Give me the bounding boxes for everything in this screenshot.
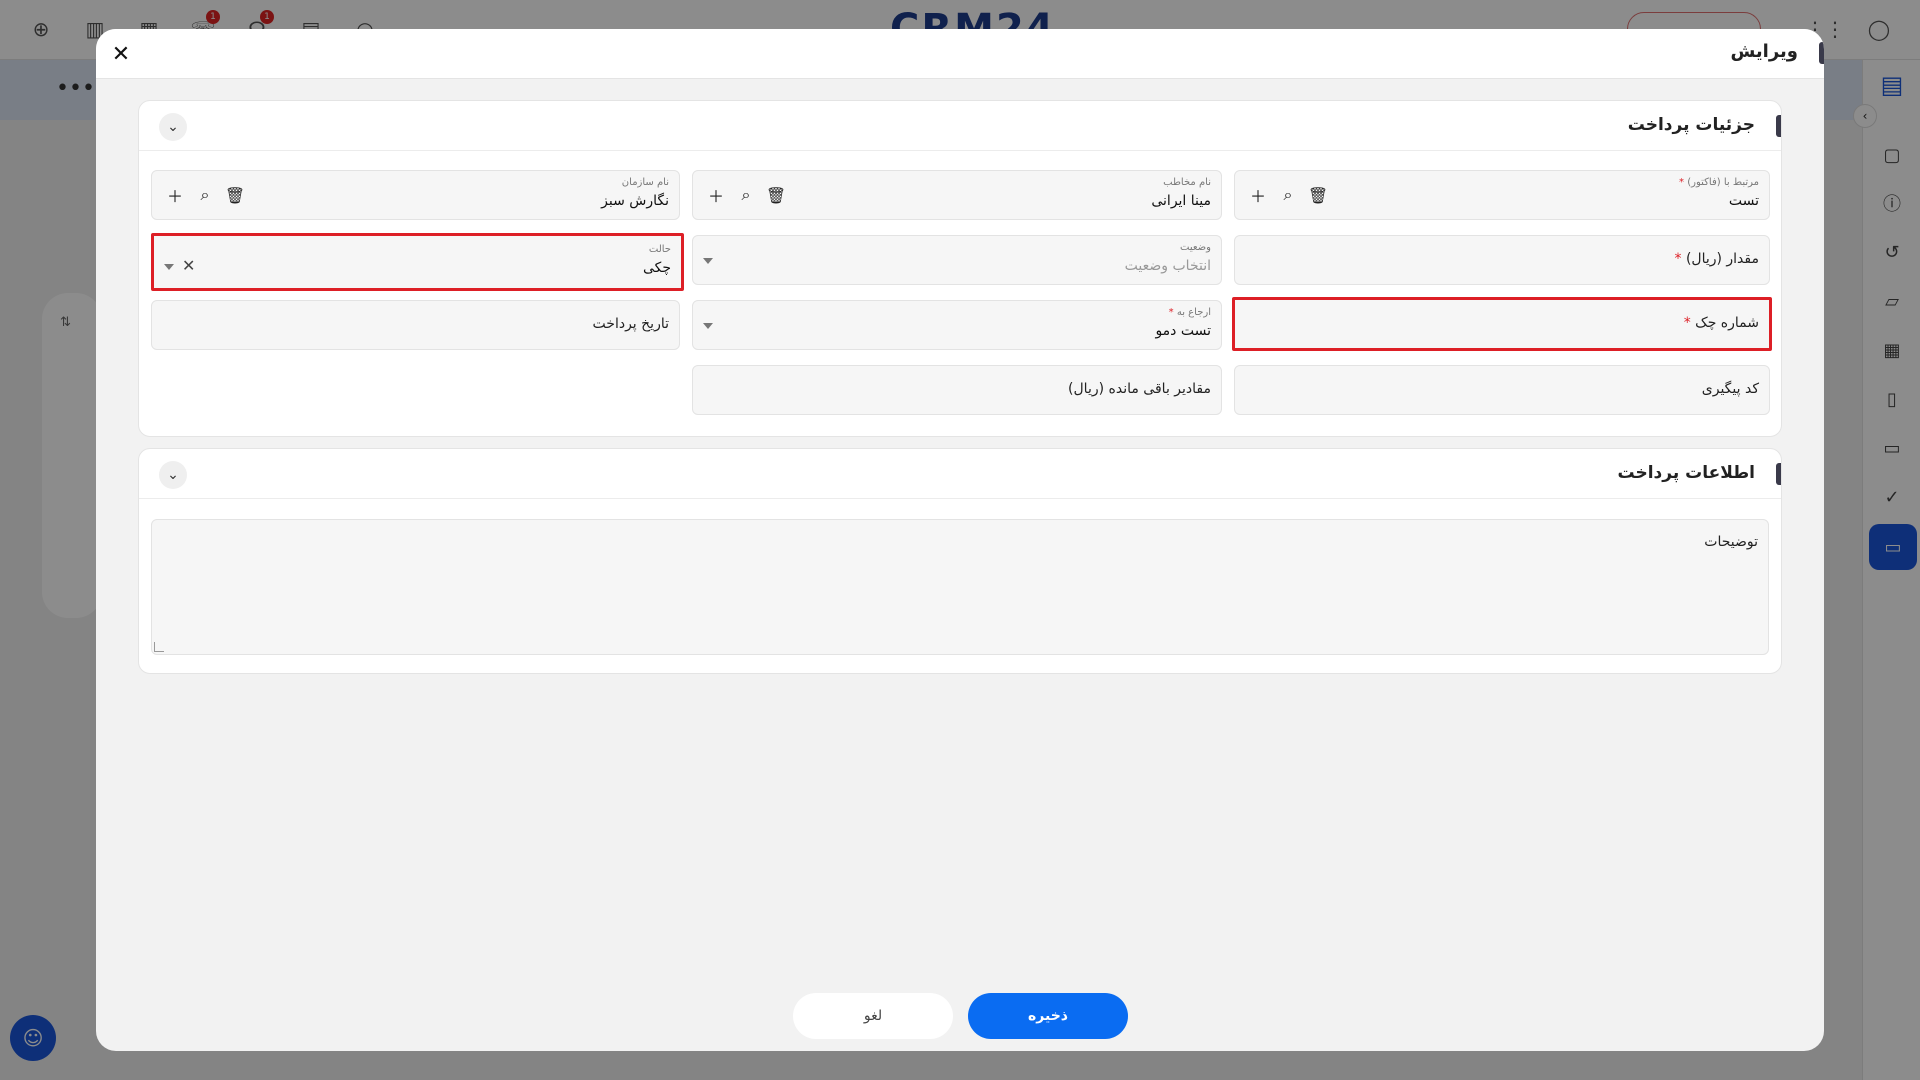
- chevron-down-icon[interactable]: [164, 264, 174, 270]
- field-label: کد پیگیری: [1701, 381, 1759, 397]
- clear-icon[interactable]: ✕: [182, 256, 195, 275]
- required-mark: *: [1679, 177, 1685, 188]
- modal-header: ویرایش ✕: [96, 29, 1824, 79]
- field-label: مقدار (ریال): [1685, 251, 1759, 267]
- field-label: مقادیر باقی مانده (ریال): [1068, 381, 1211, 397]
- section-header: اطلاعات پرداخت ⌄: [139, 449, 1781, 499]
- field-label: نام سازمان: [621, 177, 669, 188]
- status-select[interactable]: وضعیت انتخاب وضعیت: [692, 235, 1222, 285]
- field-value: مینا ایرانی: [1151, 193, 1211, 209]
- field-value: چکی: [642, 260, 671, 276]
- field-label: ارجاع به: [1176, 307, 1211, 318]
- mode-select[interactable]: حالت چکی ✕: [151, 233, 684, 291]
- field-label: وضعیت: [1180, 242, 1211, 253]
- field-label: حالت: [648, 244, 671, 255]
- description-textarea[interactable]: توضیحات: [151, 519, 1769, 655]
- chevron-down-icon[interactable]: ⌄: [159, 113, 187, 141]
- add-icon[interactable]: ＋: [166, 185, 184, 206]
- check-number-field[interactable]: شماره چک *: [1232, 297, 1772, 351]
- trash-icon[interactable]: 🗑: [766, 185, 786, 205]
- required-mark: *: [1168, 307, 1174, 318]
- tracking-code-field[interactable]: کد پیگیری: [1234, 365, 1770, 415]
- title-accent-bar: [1819, 42, 1824, 64]
- field-label: تاریخ پرداخت: [592, 316, 669, 332]
- required-mark: *: [1674, 251, 1682, 267]
- related-to-field[interactable]: مرتبط با (فاکتور) * تست ＋ ⌕ 🗑: [1234, 170, 1770, 220]
- search-icon[interactable]: ⌕: [196, 185, 214, 205]
- field-label: توضیحات: [1704, 534, 1758, 550]
- section-accent-bar: [1776, 115, 1781, 137]
- trash-icon[interactable]: 🗑: [225, 185, 245, 205]
- amount-field[interactable]: مقدار (ریال) *: [1234, 235, 1770, 285]
- contact-name-field[interactable]: نام مخاطب مینا ایرانی ＋ ⌕ 🗑: [692, 170, 1222, 220]
- section-header: جزئیات پرداخت ⌄: [139, 101, 1781, 151]
- payment-details-section: جزئیات پرداخت ⌄ مرتبط با (فاکتور) * تست …: [138, 100, 1782, 437]
- modal-title: ویرایش: [1730, 41, 1798, 62]
- field-label: مرتبط با (فاکتور): [1687, 177, 1759, 188]
- section-title: اطلاعات پرداخت: [1617, 463, 1755, 483]
- chevron-down-icon[interactable]: ⌄: [159, 461, 187, 489]
- field-value: تست دمو: [1155, 323, 1211, 339]
- required-mark: *: [1683, 315, 1691, 331]
- field-placeholder: انتخاب وضعیت: [1124, 258, 1211, 274]
- search-icon[interactable]: ⌕: [737, 185, 755, 205]
- chevron-down-icon[interactable]: [703, 258, 713, 264]
- add-icon[interactable]: ＋: [1249, 185, 1267, 206]
- section-accent-bar: [1776, 463, 1781, 485]
- field-label: شماره چک: [1695, 315, 1759, 331]
- add-icon[interactable]: ＋: [707, 185, 725, 206]
- field-value: تست: [1728, 193, 1759, 209]
- chevron-down-icon[interactable]: [703, 323, 713, 329]
- field-label: نام مخاطب: [1163, 177, 1211, 188]
- payment-info-section: اطلاعات پرداخت ⌄ توضیحات: [138, 448, 1782, 674]
- payment-date-field[interactable]: تاریخ پرداخت: [151, 300, 680, 350]
- remaining-amounts-field[interactable]: مقادیر باقی مانده (ریال): [692, 365, 1222, 415]
- assigned-to-select[interactable]: ارجاع به * تست دمو: [692, 300, 1222, 350]
- search-icon[interactable]: ⌕: [1279, 185, 1297, 205]
- save-button[interactable]: ذخیره: [968, 993, 1128, 1039]
- cancel-button[interactable]: لغو: [793, 993, 953, 1039]
- field-value: نگارش سبز: [601, 193, 669, 209]
- close-icon[interactable]: ✕: [106, 39, 136, 69]
- resize-handle-icon[interactable]: [154, 642, 164, 652]
- edit-modal: ویرایش ✕ جزئیات پرداخت ⌄ مرتبط با (فاکتو…: [96, 29, 1824, 1051]
- trash-icon[interactable]: 🗑: [1308, 185, 1328, 205]
- section-title: جزئیات پرداخت: [1627, 115, 1755, 135]
- organization-name-field[interactable]: نام سازمان نگارش سبز ＋ ⌕ 🗑: [151, 170, 680, 220]
